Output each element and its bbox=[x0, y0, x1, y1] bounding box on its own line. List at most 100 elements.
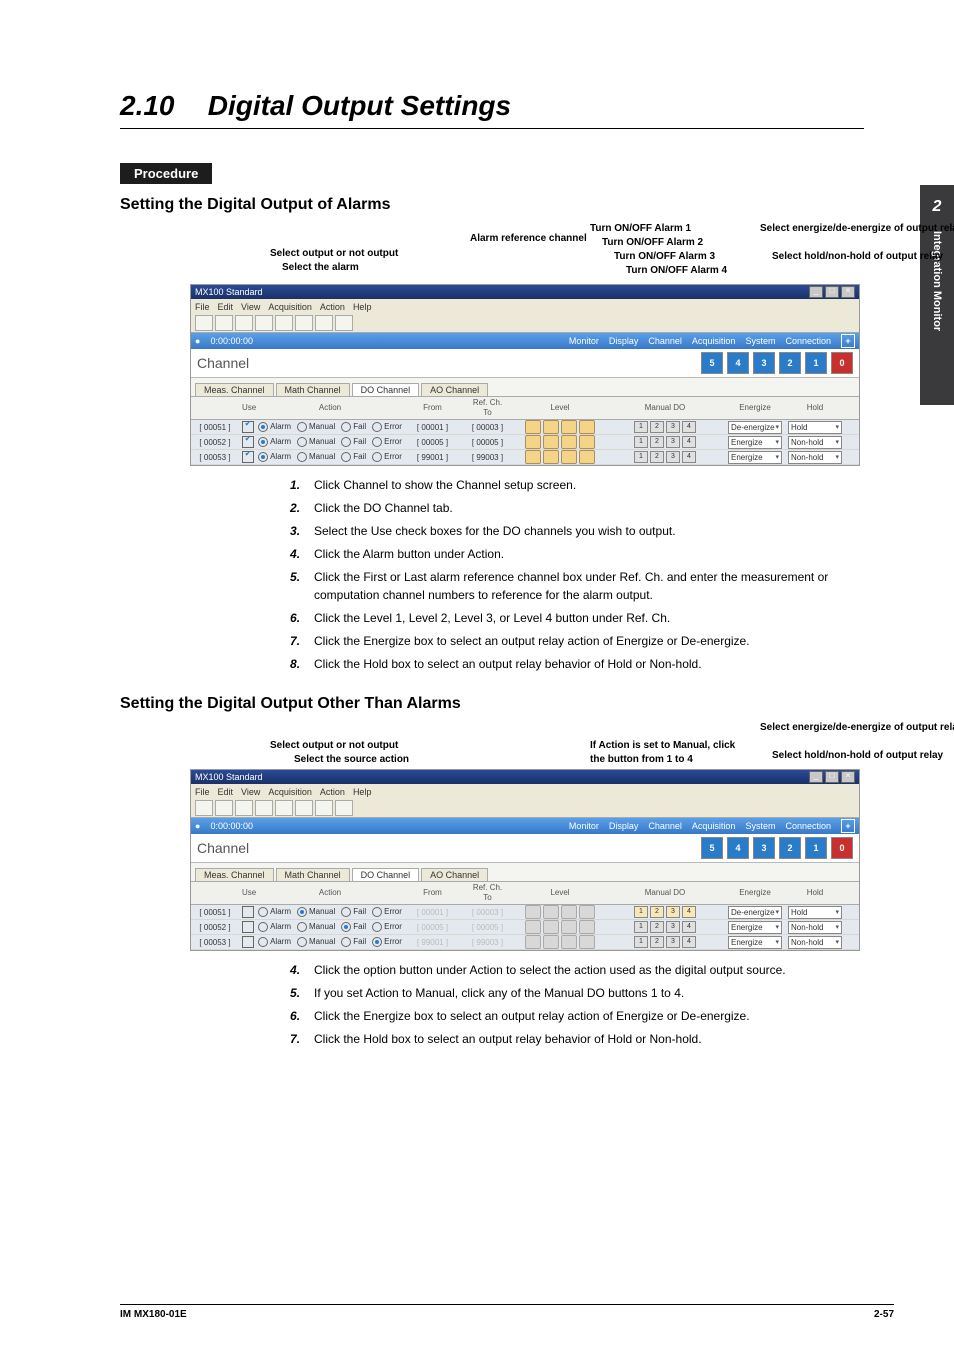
toolbar-new[interactable] bbox=[195, 315, 213, 331]
ref-from[interactable]: [ 99001 ] bbox=[405, 453, 460, 462]
manualdo-1-button[interactable]: 1 bbox=[634, 906, 648, 918]
use-checkbox[interactable] bbox=[242, 436, 254, 448]
mode-icon-3[interactable]: 3 bbox=[753, 837, 775, 859]
toolbar-paste[interactable] bbox=[295, 315, 313, 331]
status-channel[interactable]: Channel bbox=[648, 336, 682, 346]
level-3-button[interactable] bbox=[561, 435, 577, 449]
level-3-button[interactable] bbox=[561, 420, 577, 434]
mode-icon-4[interactable]: 2 bbox=[779, 352, 801, 374]
level-2-button[interactable] bbox=[543, 420, 559, 434]
menu-action[interactable]: Action bbox=[320, 302, 345, 312]
maximize-button[interactable]: □ bbox=[825, 771, 839, 783]
status-connection[interactable]: Connection bbox=[785, 821, 831, 831]
use-checkbox[interactable] bbox=[242, 451, 254, 463]
ref-from[interactable]: [ 00001 ] bbox=[405, 423, 460, 432]
action-manual-radio[interactable] bbox=[297, 937, 307, 947]
action-fail-radio[interactable] bbox=[341, 922, 351, 932]
use-checkbox[interactable] bbox=[242, 921, 254, 933]
ref-to[interactable]: [ 00005 ] bbox=[460, 438, 515, 447]
toolbar-save[interactable] bbox=[235, 800, 253, 816]
menu-action[interactable]: Action bbox=[320, 787, 345, 797]
level-3-button[interactable] bbox=[561, 450, 577, 464]
mode-icon-2[interactable]: 4 bbox=[727, 352, 749, 374]
action-fail-radio[interactable] bbox=[341, 437, 351, 447]
status-channel[interactable]: Channel bbox=[648, 821, 682, 831]
status-acq[interactable]: Acquisition bbox=[692, 821, 736, 831]
hold-select[interactable]: Hold▾ bbox=[788, 421, 842, 434]
expand-icon[interactable]: + bbox=[841, 334, 855, 348]
minimize-button[interactable]: _ bbox=[809, 771, 823, 783]
toolbar-paste[interactable] bbox=[295, 800, 313, 816]
energize-select[interactable]: Energize▾ bbox=[728, 921, 782, 934]
toolbar-open[interactable] bbox=[215, 800, 233, 816]
mode-icon-1[interactable]: 5 bbox=[701, 352, 723, 374]
status-display[interactable]: Display bbox=[609, 821, 639, 831]
energize-select[interactable]: De-energize▾ bbox=[728, 421, 782, 434]
toolbar-new[interactable] bbox=[195, 800, 213, 816]
tab-meas[interactable]: Meas. Channel bbox=[195, 383, 274, 396]
ref-to[interactable]: [ 99003 ] bbox=[460, 453, 515, 462]
mode-icon-1[interactable]: 5 bbox=[701, 837, 723, 859]
menu-acq[interactable]: Acquisition bbox=[268, 787, 312, 797]
status-display[interactable]: Display bbox=[609, 336, 639, 346]
level-4-button[interactable] bbox=[579, 450, 595, 464]
action-alarm-radio[interactable] bbox=[258, 437, 268, 447]
action-alarm-radio[interactable] bbox=[258, 937, 268, 947]
energize-select[interactable]: Energize▾ bbox=[728, 436, 782, 449]
toolbar-cut[interactable] bbox=[255, 315, 273, 331]
mode-icon-2[interactable]: 4 bbox=[727, 837, 749, 859]
action-manual-radio[interactable] bbox=[297, 437, 307, 447]
hold-select[interactable]: Non-hold▾ bbox=[788, 451, 842, 464]
toolbar-copy[interactable] bbox=[275, 800, 293, 816]
status-system[interactable]: System bbox=[745, 336, 775, 346]
action-error-radio[interactable] bbox=[372, 922, 382, 932]
menu-help[interactable]: Help bbox=[353, 787, 372, 797]
toolbar-zoom[interactable] bbox=[315, 800, 333, 816]
tab-ao[interactable]: AO Channel bbox=[421, 868, 488, 881]
use-checkbox[interactable] bbox=[242, 906, 254, 918]
level-2-button[interactable] bbox=[543, 435, 559, 449]
toolbar-copy[interactable] bbox=[275, 315, 293, 331]
status-system[interactable]: System bbox=[745, 821, 775, 831]
ref-from[interactable]: [ 00005 ] bbox=[405, 438, 460, 447]
action-alarm-radio[interactable] bbox=[258, 922, 268, 932]
tab-ao[interactable]: AO Channel bbox=[421, 383, 488, 396]
action-fail-radio[interactable] bbox=[341, 907, 351, 917]
mode-icon-6[interactable]: 0 bbox=[831, 352, 853, 374]
hold-select[interactable]: Non-hold▾ bbox=[788, 436, 842, 449]
mode-icon-3[interactable]: 3 bbox=[753, 352, 775, 374]
status-monitor[interactable]: Monitor bbox=[569, 336, 599, 346]
menu-view[interactable]: View bbox=[241, 787, 260, 797]
level-4-button[interactable] bbox=[579, 435, 595, 449]
level-1-button[interactable] bbox=[525, 435, 541, 449]
tab-math[interactable]: Math Channel bbox=[276, 868, 350, 881]
action-error-radio[interactable] bbox=[372, 422, 382, 432]
toolbar-zoom[interactable] bbox=[315, 315, 333, 331]
menu-file[interactable]: File bbox=[195, 302, 210, 312]
minimize-button[interactable]: _ bbox=[809, 286, 823, 298]
mode-icon-5[interactable]: 1 bbox=[805, 837, 827, 859]
action-error-radio[interactable] bbox=[372, 452, 382, 462]
level-1-button[interactable] bbox=[525, 450, 541, 464]
mode-icon-4[interactable]: 2 bbox=[779, 837, 801, 859]
mode-icon-5[interactable]: 1 bbox=[805, 352, 827, 374]
tab-do[interactable]: DO Channel bbox=[352, 868, 420, 881]
manualdo-4-button[interactable]: 4 bbox=[682, 906, 696, 918]
action-fail-radio[interactable] bbox=[341, 937, 351, 947]
mode-icon-6[interactable]: 0 bbox=[831, 837, 853, 859]
action-error-radio[interactable] bbox=[372, 907, 382, 917]
status-acq[interactable]: Acquisition bbox=[692, 336, 736, 346]
action-error-radio[interactable] bbox=[372, 937, 382, 947]
manualdo-2-button[interactable]: 2 bbox=[650, 906, 664, 918]
tab-do[interactable]: DO Channel bbox=[352, 383, 420, 396]
use-checkbox[interactable] bbox=[242, 936, 254, 948]
action-fail-radio[interactable] bbox=[341, 422, 351, 432]
level-2-button[interactable] bbox=[543, 450, 559, 464]
toolbar-open[interactable] bbox=[215, 315, 233, 331]
status-monitor[interactable]: Monitor bbox=[569, 821, 599, 831]
toolbar-save[interactable] bbox=[235, 315, 253, 331]
hold-select[interactable]: Non-hold▾ bbox=[788, 936, 842, 949]
tab-meas[interactable]: Meas. Channel bbox=[195, 868, 274, 881]
action-manual-radio[interactable] bbox=[297, 907, 307, 917]
tab-math[interactable]: Math Channel bbox=[276, 383, 350, 396]
